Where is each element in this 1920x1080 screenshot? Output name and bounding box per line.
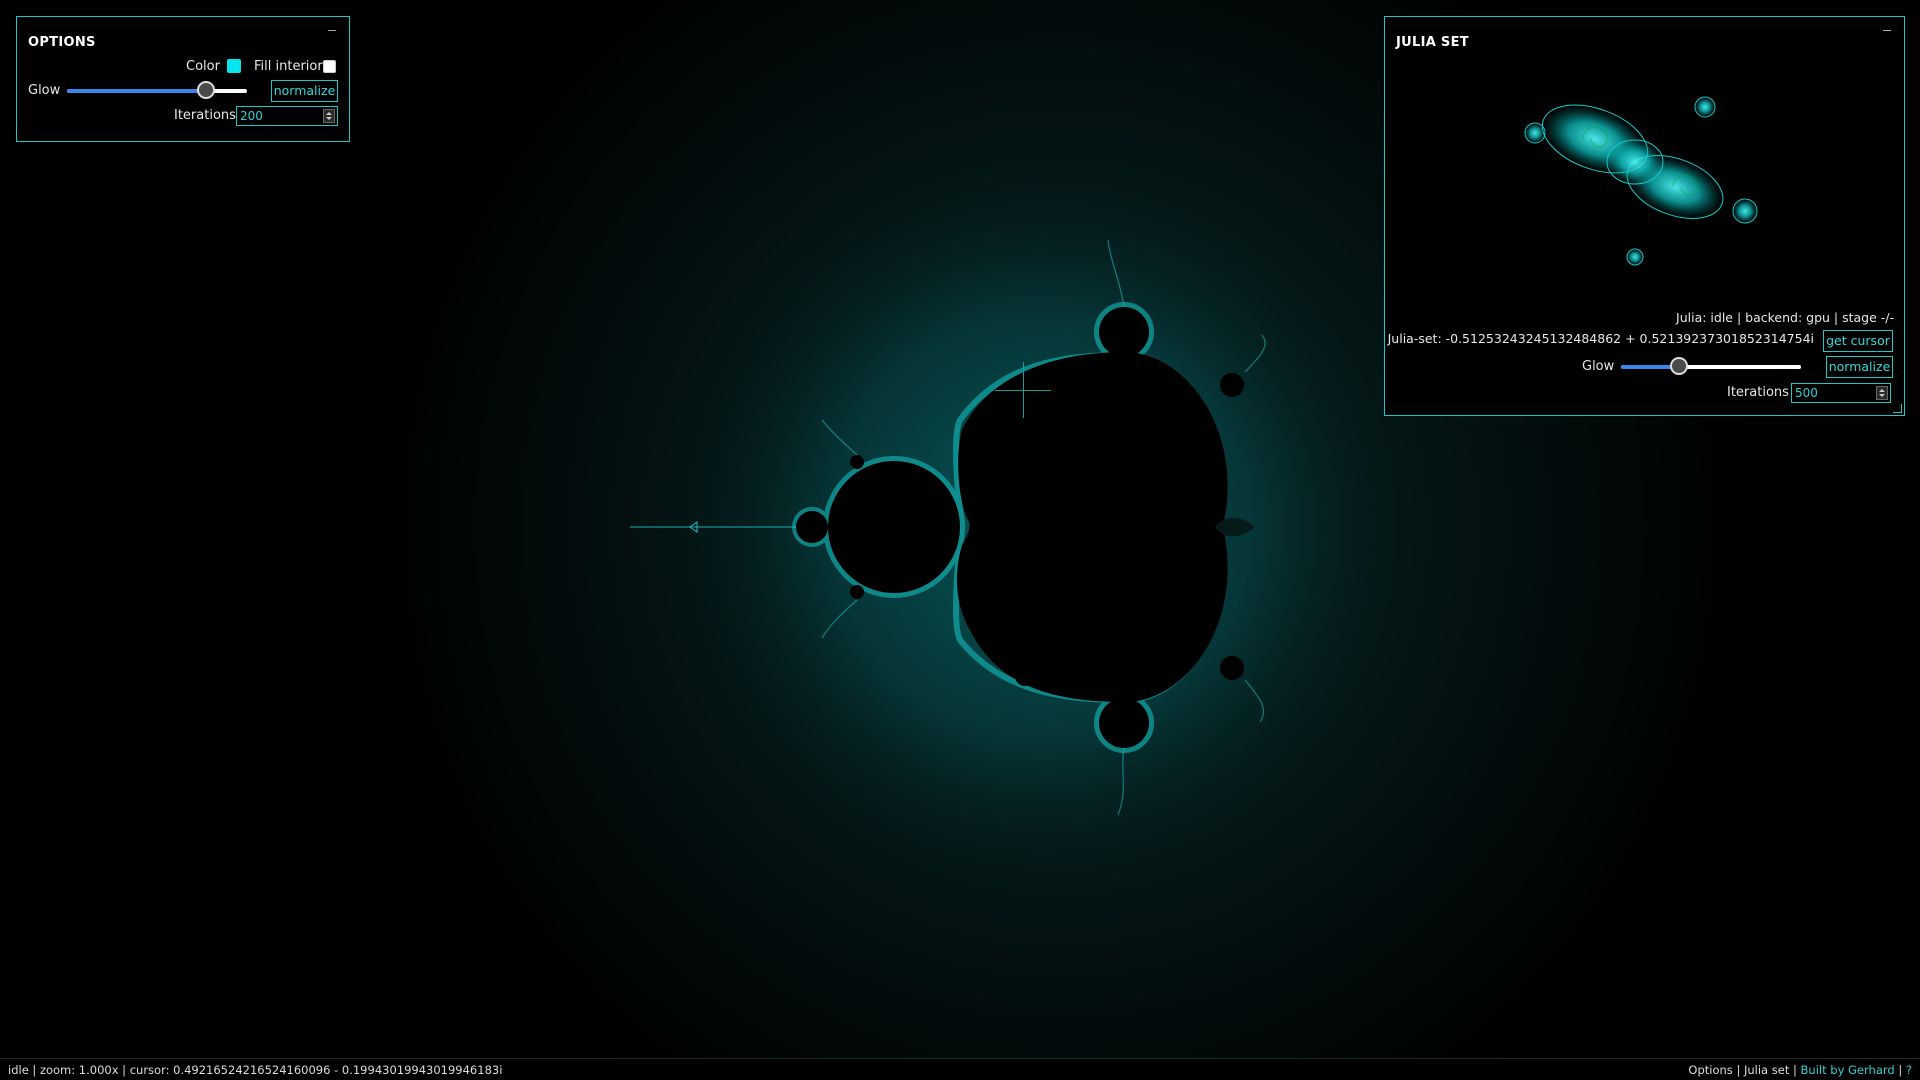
separator: | bbox=[1732, 1063, 1744, 1077]
slider-knob-icon[interactable] bbox=[197, 81, 215, 99]
glow-label: Glow bbox=[28, 83, 61, 98]
iterations-input[interactable]: 200 bbox=[236, 106, 338, 126]
color-swatch[interactable] bbox=[227, 59, 241, 73]
separator: | bbox=[1894, 1063, 1906, 1077]
statusbar: idle | zoom: 1.000x | cursor: 0.49216524… bbox=[0, 1058, 1920, 1080]
separator: | bbox=[1789, 1063, 1801, 1077]
slider-knob-icon[interactable] bbox=[1670, 357, 1688, 375]
julia-iterations-value: 500 bbox=[1795, 386, 1818, 400]
julia-preview[interactable] bbox=[1495, 77, 1795, 297]
julia-title: JULIA SET bbox=[1396, 35, 1469, 50]
julia-panel: JULIA SET Julia: idle | backend: gpu | s… bbox=[1384, 16, 1905, 416]
julia-status: Julia: idle | backend: gpu | stage -/- bbox=[1676, 310, 1894, 325]
normalize-button[interactable]: normalize bbox=[271, 80, 338, 102]
julia-iterations-label: Iterations bbox=[1727, 385, 1789, 400]
crosshair-icon bbox=[995, 362, 1051, 418]
options-panel: OPTIONS Color Fill interior Glow normali… bbox=[16, 16, 350, 142]
minimize-icon[interactable] bbox=[1883, 25, 1892, 34]
status-text: idle | zoom: 1.000x | cursor: 0.49216524… bbox=[8, 1063, 503, 1077]
fill-interior-checkbox[interactable] bbox=[323, 60, 336, 73]
options-link[interactable]: Options bbox=[1688, 1063, 1732, 1077]
options-title: OPTIONS bbox=[28, 35, 96, 50]
spinner-icon[interactable] bbox=[1876, 386, 1888, 400]
resize-grip-icon[interactable] bbox=[1893, 404, 1902, 413]
status-links: Options | Julia set | Built by Gerhard |… bbox=[1688, 1063, 1912, 1077]
julia-glow-label: Glow bbox=[1582, 359, 1615, 374]
color-label: Color bbox=[186, 59, 220, 74]
julia-normalize-button[interactable]: normalize bbox=[1826, 356, 1893, 378]
glow-slider[interactable] bbox=[67, 81, 247, 101]
built-by-link[interactable]: Built by Gerhard bbox=[1801, 1063, 1895, 1077]
get-cursor-button[interactable]: get cursor bbox=[1823, 330, 1893, 352]
iterations-label: Iterations bbox=[174, 108, 236, 123]
iterations-value: 200 bbox=[240, 109, 263, 123]
julia-glow-slider[interactable] bbox=[1621, 357, 1801, 377]
minimize-icon[interactable] bbox=[328, 25, 337, 34]
julia-iterations-input[interactable]: 500 bbox=[1791, 383, 1891, 403]
help-link[interactable]: ? bbox=[1906, 1063, 1912, 1077]
spinner-icon[interactable] bbox=[323, 109, 335, 123]
fill-interior-label: Fill interior bbox=[254, 59, 323, 74]
julia-set-value: Julia-set: -0.51253243245132484862 + 0.5… bbox=[1387, 331, 1814, 346]
julia-set-link[interactable]: Julia set bbox=[1744, 1063, 1789, 1077]
